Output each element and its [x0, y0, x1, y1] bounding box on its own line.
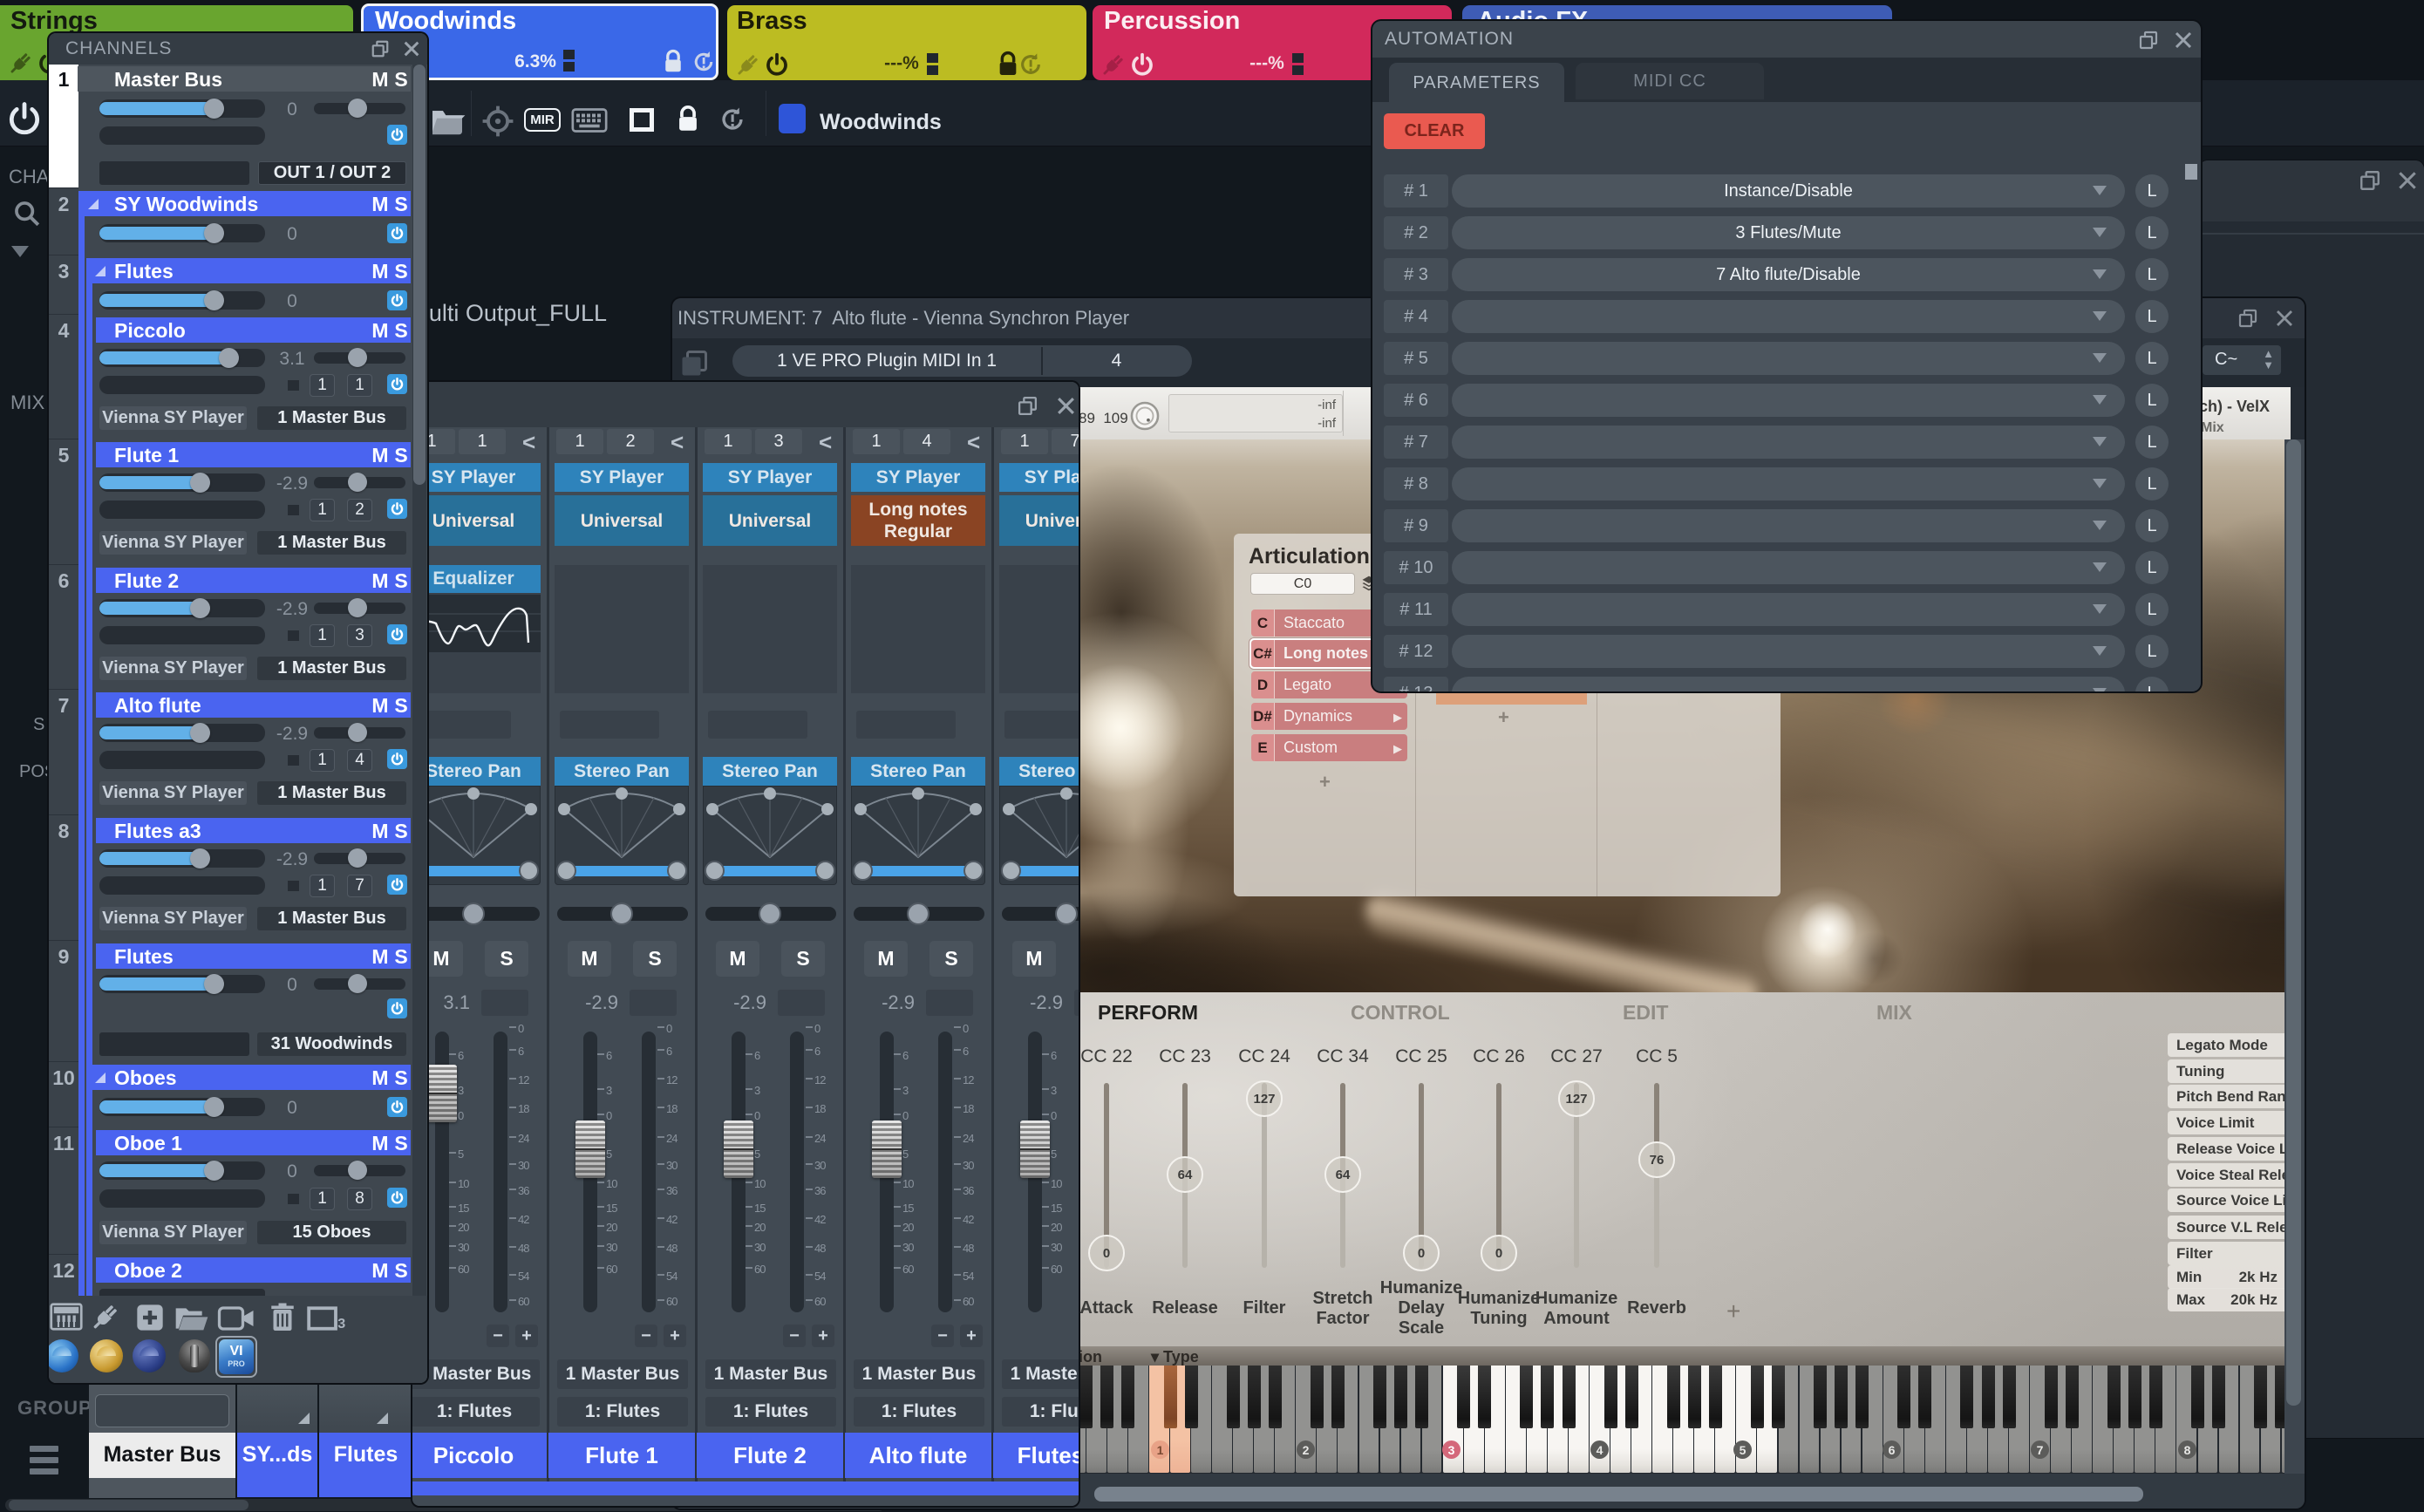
svg-text:3: 3 [337, 1316, 345, 1332]
